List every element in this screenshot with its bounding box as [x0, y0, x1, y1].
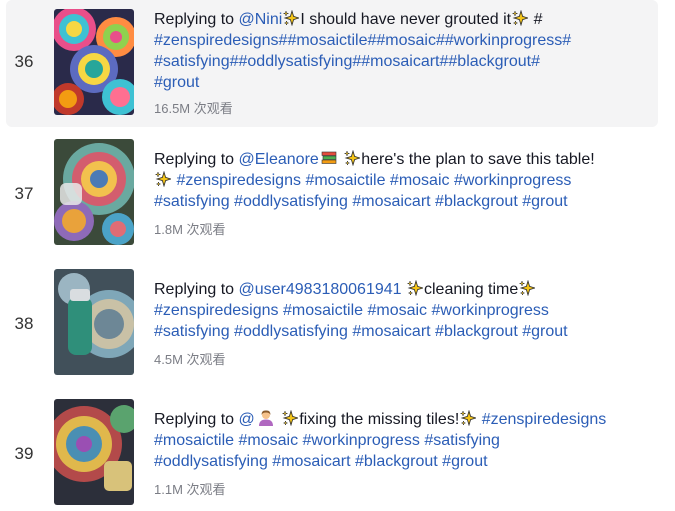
hashtag-link[interactable]: #satisfying	[424, 432, 500, 449]
books-emoji-icon	[321, 150, 337, 166]
list-item-37[interactable]: 37 Replying to @Eleanore here's the plan…	[6, 138, 658, 246]
hashtag-link[interactable]: #mosaic	[390, 172, 450, 189]
hashtag-link[interactable]: #oddlysatisfying	[154, 453, 268, 470]
hashtag-link[interactable]: #zenspiredesigns	[154, 32, 279, 49]
hashtag-link[interactable]: #grout	[522, 323, 567, 340]
hashtag-link[interactable]: #mosaicart	[352, 193, 430, 210]
reply-prefix: Replying to	[154, 281, 239, 298]
rank-number: 36	[14, 52, 34, 71]
video-caption: Replying to @Nini I should have never gro…	[154, 9, 654, 93]
hashtag-link[interactable]: #mosaic	[238, 432, 298, 449]
hashtag-link[interactable]: #workinprogress	[432, 302, 549, 319]
hash-symbol: #	[529, 11, 543, 28]
hashtag-link[interactable]: #mosaicart	[361, 53, 439, 70]
list-item-38[interactable]: 38 Replying to @user4983180061941 cleani…	[6, 268, 658, 376]
hash-symbol: #	[435, 32, 445, 49]
sparkles-emoji-icon	[155, 171, 171, 187]
hash-symbol: #	[562, 32, 572, 49]
reply-prefix: Replying to	[154, 151, 239, 168]
hash-symbol: #	[352, 53, 362, 70]
hash-symbol: #	[531, 53, 541, 70]
hashtag-link[interactable]: #zenspiredesigns	[176, 172, 301, 189]
mention-link[interactable]: @Eleanore	[239, 151, 319, 168]
hashtag-link[interactable]: #mosaicart	[352, 323, 430, 340]
video-thumbnail[interactable]	[54, 399, 134, 505]
mosaic-thumbnail-image	[54, 9, 134, 115]
reply-prefix: Replying to	[154, 11, 239, 28]
hashtag-link[interactable]: #grout	[522, 193, 567, 210]
hashtag-link[interactable]: #blackgrout	[435, 323, 518, 340]
mosaic-thumbnail-image	[54, 139, 134, 245]
rank-number: 38	[14, 314, 34, 333]
video-caption: Replying to @ fixing the missing tiles! …	[154, 409, 654, 472]
mosaic-thumbnail-image	[54, 399, 134, 505]
video-thumbnail[interactable]	[54, 9, 134, 115]
view-count: 16.5M 次观看	[154, 101, 233, 116]
view-count: 1.8M 次观看	[154, 222, 226, 237]
mention-link[interactable]: @	[239, 411, 255, 428]
list-item-36[interactable]: 36 Replying to @Nini I should have never …	[6, 0, 658, 127]
caption-text: I should have never grouted it	[300, 11, 512, 28]
hashtag-link[interactable]: #mosaic	[376, 32, 436, 49]
hashtag-link[interactable]: #satisfying	[154, 53, 230, 70]
list-item-39[interactable]: 39 Replying to @ fixing the missing tile…	[6, 398, 658, 506]
video-caption: Replying to @user4983180061941 cleaning …	[154, 279, 654, 342]
mention-link[interactable]: @user4983180061941	[239, 281, 402, 298]
hashtag-link[interactable]: #zenspiredesigns	[482, 411, 607, 428]
person-emoji-icon	[257, 409, 275, 427]
hashtag-link[interactable]: #workinprogress	[454, 172, 571, 189]
video-thumbnail[interactable]	[54, 269, 134, 375]
sparkles-emoji-icon	[407, 280, 423, 296]
hashtag-link[interactable]: #oddlysatisfying	[234, 323, 348, 340]
hashtag-link[interactable]: #satisfying	[154, 193, 230, 210]
video-thumbnail[interactable]	[54, 139, 134, 245]
sparkles-emoji-icon	[519, 280, 535, 296]
view-count: 4.5M 次观看	[154, 352, 226, 367]
sparkles-emoji-icon	[283, 10, 299, 26]
hash-symbol: #	[229, 53, 239, 70]
hashtag-link[interactable]: #workinprogress	[445, 32, 562, 49]
hashtag-link[interactable]: #mosaictile	[154, 432, 234, 449]
hashtag-link[interactable]: #blackgrout	[355, 453, 438, 470]
hashtag-link[interactable]: #mosaicart	[272, 453, 350, 470]
sparkles-emoji-icon	[344, 150, 360, 166]
hashtag-link[interactable]: #mosaictile	[305, 172, 385, 189]
mosaic-thumbnail-image	[54, 269, 134, 375]
hashtag-link[interactable]: #workinprogress	[303, 432, 420, 449]
hashtag-link[interactable]: #zenspiredesigns	[154, 302, 279, 319]
hashtag-link[interactable]: #mosaictile	[287, 32, 367, 49]
hashtag-link[interactable]: #satisfying	[154, 323, 230, 340]
video-caption: Replying to @Eleanore here's the plan to…	[154, 149, 654, 212]
caption-text: fixing the missing tiles!	[299, 411, 460, 428]
rank-number: 39	[14, 444, 34, 463]
hashtag-link[interactable]: #blackgrout	[435, 193, 518, 210]
mention-link[interactable]: @Nini	[239, 11, 283, 28]
hashtag-link[interactable]: #mosaictile	[283, 302, 363, 319]
sparkles-emoji-icon	[460, 410, 476, 426]
hashtag-link[interactable]: #blackgrout	[448, 53, 531, 70]
rank-number: 37	[14, 184, 34, 203]
reply-prefix: Replying to	[154, 411, 239, 428]
hashtag-link[interactable]: #oddlysatisfying	[239, 53, 353, 70]
hashtag-link[interactable]: #mosaic	[367, 302, 427, 319]
hashtag-link[interactable]: #grout	[154, 74, 199, 91]
caption-text: here's the plan to save this table!	[361, 151, 595, 168]
hashtag-link[interactable]: #grout	[442, 453, 487, 470]
sparkles-emoji-icon	[512, 10, 528, 26]
caption-text: cleaning time	[424, 281, 519, 298]
view-count: 1.1M 次观看	[154, 482, 226, 497]
hashtag-link[interactable]: #oddlysatisfying	[234, 193, 348, 210]
sparkles-emoji-icon	[282, 410, 298, 426]
